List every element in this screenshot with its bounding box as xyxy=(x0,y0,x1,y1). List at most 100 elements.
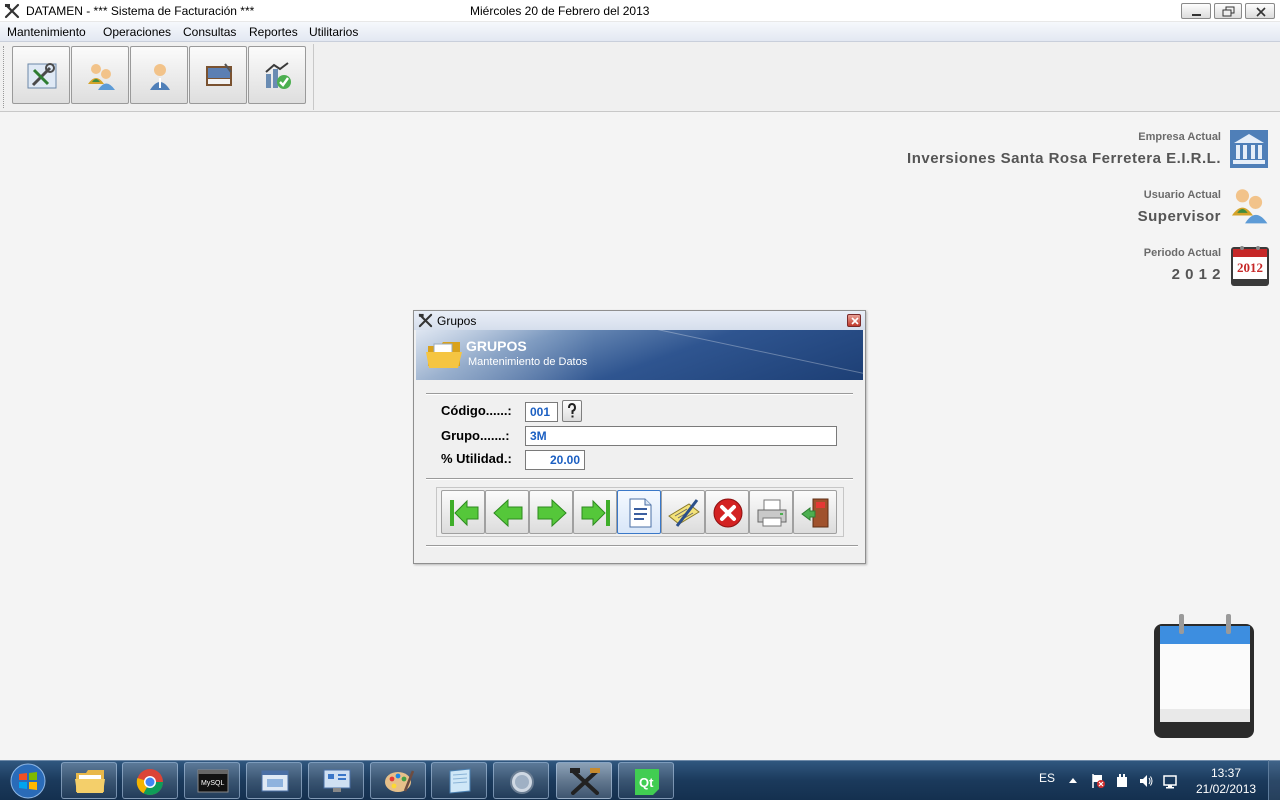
taskbar-app[interactable] xyxy=(493,762,549,799)
usuario-value: Supervisor xyxy=(1137,208,1221,225)
delete-record-button[interactable] xyxy=(705,490,749,534)
taskbar-paint[interactable] xyxy=(370,762,426,799)
usuario-label: Usuario Actual xyxy=(1143,189,1221,201)
print-button[interactable] xyxy=(749,490,793,534)
window-title: DATAMEN - *** Sistema de Facturación *** xyxy=(26,4,255,18)
menu-mantenimiento[interactable]: Mantenimiento xyxy=(7,25,86,39)
start-button[interactable] xyxy=(3,762,53,800)
previous-record-icon xyxy=(493,498,523,528)
utilidad-field[interactable] xyxy=(525,450,585,470)
title-bar: DATAMEN - *** Sistema de Facturación ***… xyxy=(0,0,1280,22)
utilidad-label: % Utilidad.: xyxy=(441,451,512,466)
menu-bar: Mantenimiento Operaciones Consultas Repo… xyxy=(0,22,1280,42)
grupo-field[interactable] xyxy=(525,426,837,446)
volume-icon[interactable] xyxy=(1138,773,1154,789)
calendar-icon: 2012 xyxy=(1230,243,1270,287)
last-record-icon xyxy=(581,499,610,527)
network-icon[interactable] xyxy=(1162,773,1178,789)
menu-utilitarios[interactable]: Utilitarios xyxy=(309,25,358,39)
divider xyxy=(426,393,853,395)
taskbar-explorer[interactable] xyxy=(61,762,117,799)
close-icon xyxy=(851,317,859,325)
window-icon xyxy=(261,770,289,792)
svg-text:MySQL: MySQL xyxy=(201,780,224,787)
qt-icon: Qt xyxy=(635,769,659,795)
svg-text:Qt: Qt xyxy=(639,775,654,790)
print-icon xyxy=(757,499,787,527)
edit-record-button[interactable] xyxy=(661,490,705,534)
restore-button[interactable] xyxy=(1214,3,1242,19)
new-record-button[interactable] xyxy=(617,490,661,534)
exit-button[interactable] xyxy=(793,490,837,534)
tools-icon xyxy=(27,63,57,89)
notes-icon xyxy=(449,768,471,794)
minimize-button[interactable] xyxy=(1181,3,1211,19)
taskbar-notes[interactable] xyxy=(431,762,487,799)
periodo-label: Periodo Actual xyxy=(1143,247,1221,259)
menu-reportes[interactable]: Reportes xyxy=(249,25,298,39)
taskbar-qt[interactable]: Qt xyxy=(618,762,674,799)
taskbar-chrome[interactable] xyxy=(122,762,178,799)
bank-icon xyxy=(1230,130,1268,168)
new-document-icon xyxy=(629,498,652,528)
previous-record-button[interactable] xyxy=(485,490,529,534)
close-window-button[interactable] xyxy=(1245,3,1275,19)
desktop-calendar-icon[interactable] xyxy=(1152,614,1258,740)
dialog-banner: GRUPOS Mantenimiento de Datos xyxy=(416,330,863,380)
codigo-label: Código......: xyxy=(441,403,512,418)
control-panel-icon xyxy=(323,769,351,792)
menu-operaciones[interactable]: Operaciones xyxy=(103,25,171,39)
codigo-lookup-button[interactable] xyxy=(562,400,582,422)
next-record-icon xyxy=(537,498,567,528)
menu-consultas[interactable]: Consultas xyxy=(183,25,236,39)
empresa-value: Inversiones Santa Rosa Ferretera E.I.R.L… xyxy=(907,150,1221,167)
delete-icon xyxy=(713,498,743,528)
taskbar-mysql[interactable]: MySQL xyxy=(184,762,240,799)
last-record-button[interactable] xyxy=(573,490,617,534)
paint-icon xyxy=(385,770,415,792)
show-hidden-icons-icon[interactable] xyxy=(1068,776,1078,784)
toolbar-button-person[interactable] xyxy=(130,46,188,104)
tools-icon xyxy=(4,3,20,19)
edit-icon xyxy=(668,499,700,527)
taskbar-control-panel[interactable] xyxy=(308,762,364,799)
empresa-label: Empresa Actual xyxy=(1138,131,1221,143)
divider xyxy=(426,478,853,480)
toolbar-button-documents[interactable] xyxy=(189,46,247,104)
codigo-field[interactable] xyxy=(525,402,558,422)
grupos-dialog: Grupos GRUPOS Mantenimiento de Datos Cód… xyxy=(413,310,866,564)
grupo-label: Grupo.......: xyxy=(441,428,510,443)
toolbar-button-chart[interactable] xyxy=(248,46,306,104)
toolbar-button-tools[interactable] xyxy=(12,46,70,104)
exit-icon xyxy=(801,498,829,528)
banner-subtitle: Mantenimiento de Datos xyxy=(468,356,588,368)
device-icon[interactable] xyxy=(1114,773,1130,789)
tools-icon xyxy=(570,768,600,795)
show-desktop-button[interactable] xyxy=(1268,760,1280,800)
folder-icon xyxy=(426,342,462,368)
next-record-button[interactable] xyxy=(529,490,573,534)
taskbar-remote[interactable] xyxy=(246,762,302,799)
toolbar-button-users[interactable] xyxy=(71,46,129,104)
documents-icon xyxy=(206,63,232,86)
dialog-close-button[interactable] xyxy=(847,314,861,327)
toolbar-separator xyxy=(313,44,314,110)
banner-title: GRUPOS xyxy=(466,338,527,354)
person-icon xyxy=(150,64,170,90)
chrome-icon xyxy=(136,769,164,796)
clock-date[interactable]: 21/02/2013 xyxy=(1196,782,1256,796)
taskbar: MySQL Qt xyxy=(0,760,1280,800)
clock-time[interactable]: 13:37 xyxy=(1211,766,1241,780)
dialog-title-bar[interactable]: Grupos xyxy=(414,311,865,330)
mysql-console-icon: MySQL xyxy=(197,769,229,793)
action-center-icon[interactable] xyxy=(1090,773,1106,789)
current-date: Miércoles 20 de Febrero del 2013 xyxy=(470,4,650,18)
app-icon xyxy=(510,770,534,794)
dialog-title: Grupos xyxy=(437,314,477,328)
language-indicator[interactable]: ES xyxy=(1039,771,1055,785)
first-record-button[interactable] xyxy=(441,490,485,534)
users-icon xyxy=(88,64,115,90)
taskbar-datamen[interactable] xyxy=(556,762,612,799)
toolbar xyxy=(0,42,1280,112)
toolbar-grip[interactable] xyxy=(3,46,6,108)
